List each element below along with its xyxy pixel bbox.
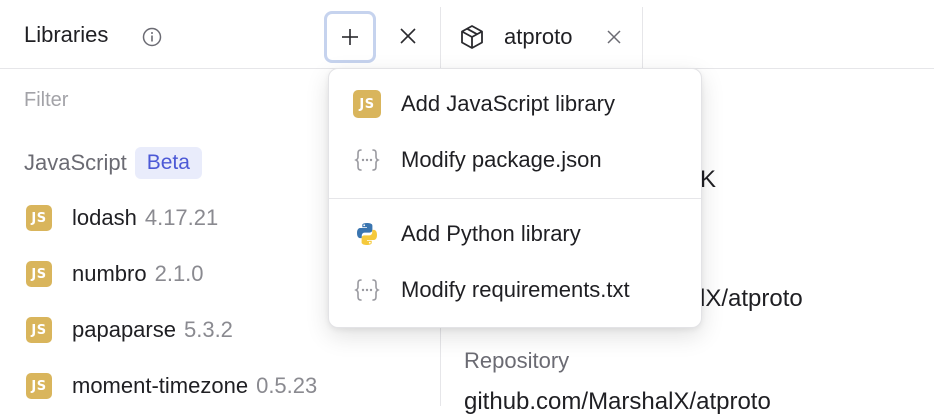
menu-item-add-javascript-library[interactable]: JS Add JavaScript library bbox=[353, 86, 615, 122]
tab-atproto[interactable]: atproto bbox=[504, 24, 573, 50]
js-icon: JS bbox=[26, 205, 52, 231]
library-item-papaparse[interactable]: JS papaparse 5.3.2 bbox=[26, 315, 233, 345]
python-icon bbox=[353, 220, 381, 248]
menu-item-label: Modify package.json bbox=[401, 147, 602, 172]
libraries-header: Libraries atproto bbox=[0, 0, 934, 69]
repository-link[interactable]: github.com/MarshalX/atproto bbox=[464, 388, 771, 416]
library-item-numbro[interactable]: JS numbro 2.1.0 bbox=[26, 259, 204, 289]
json-braces-icon bbox=[353, 146, 381, 174]
tab-close-button[interactable] bbox=[602, 25, 626, 49]
beta-badge: Beta bbox=[134, 147, 202, 179]
info-icon[interactable] bbox=[142, 27, 162, 47]
library-version: 4.17.21 bbox=[144, 205, 219, 230]
close-panel-button[interactable] bbox=[392, 20, 424, 52]
panel-title: Libraries bbox=[24, 22, 109, 47]
braces-icon bbox=[353, 276, 381, 304]
section-javascript: JavaScript Beta bbox=[24, 145, 202, 181]
js-icon: JS bbox=[26, 373, 52, 399]
library-name: papaparse bbox=[72, 317, 176, 342]
library-name: lodash bbox=[72, 205, 137, 230]
js-icon: JS bbox=[353, 90, 381, 118]
section-label: JavaScript bbox=[24, 150, 127, 175]
menu-divider bbox=[329, 198, 701, 199]
filter-input[interactable]: Filter bbox=[24, 89, 68, 112]
close-icon bbox=[607, 30, 621, 44]
library-name: numbro bbox=[72, 261, 147, 286]
library-version: 2.1.0 bbox=[154, 261, 204, 286]
menu-item-label: Modify requirements.txt bbox=[401, 277, 630, 302]
menu-item-label: Add Python library bbox=[401, 221, 581, 246]
js-icon: JS bbox=[26, 317, 52, 343]
library-version: 0.5.23 bbox=[256, 373, 318, 398]
menu-item-add-python-library[interactable]: Add Python library bbox=[353, 216, 581, 252]
detail-value-partial: lX/atproto bbox=[700, 285, 803, 312]
add-library-button[interactable] bbox=[324, 11, 376, 63]
js-icon: JS bbox=[26, 261, 52, 287]
close-icon bbox=[400, 28, 416, 44]
menu-item-label: Add JavaScript library bbox=[401, 91, 615, 116]
library-item-lodash[interactable]: JS lodash 4.17.21 bbox=[26, 203, 218, 233]
package-icon bbox=[458, 23, 486, 51]
tab-divider bbox=[642, 7, 643, 69]
detail-value-partial: K bbox=[700, 166, 717, 193]
menu-item-modify-requirements-txt[interactable]: Modify requirements.txt bbox=[353, 272, 630, 308]
library-name: moment-timezone bbox=[72, 373, 249, 398]
repository-label: Repository bbox=[464, 348, 570, 373]
library-item-moment-timezone[interactable]: JS moment-timezone 0.5.23 bbox=[26, 371, 317, 401]
menu-item-modify-package-json[interactable]: Modify package.json bbox=[353, 142, 602, 178]
library-version: 5.3.2 bbox=[183, 317, 233, 342]
plus-icon bbox=[342, 29, 358, 45]
add-library-menu: JS Add JavaScript library Modify package… bbox=[328, 68, 702, 328]
